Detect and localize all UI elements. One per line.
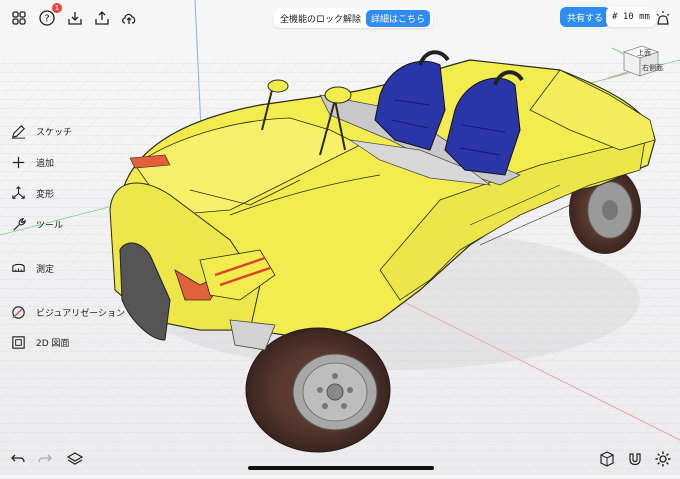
sidebar-item-label: 変形 (36, 189, 55, 200)
3d-viewport[interactable] (0, 0, 680, 475)
share-button[interactable]: 共有する (560, 7, 611, 27)
drawing-icon (8, 332, 28, 352)
light-bulb-icon (656, 11, 670, 25)
settings-menu-button[interactable] (652, 7, 674, 29)
ruler-icon (8, 258, 28, 278)
view-cube-top-label: 上面 (637, 49, 651, 57)
display-mode-button[interactable] (596, 448, 618, 470)
grid-size-button[interactable]: # 10 mm (606, 7, 656, 27)
sidebar-item-label: ツール (36, 220, 64, 231)
home-indicator (248, 466, 434, 470)
app-menu-button[interactable] (8, 7, 30, 29)
snap-button[interactable] (624, 448, 646, 470)
view-cube-icon (607, 45, 660, 79)
visualization-icon (8, 302, 28, 322)
magnet-icon (629, 453, 641, 466)
help-button[interactable]: ? 1 (36, 3, 62, 29)
export-icon (95, 11, 109, 25)
sidebar-item-label: 測定 (36, 264, 55, 275)
plus-icon (8, 152, 28, 172)
export-button[interactable] (91, 7, 113, 29)
sidebar-item-sketch[interactable]: スケッチ (8, 119, 72, 143)
svg-text:?: ? (44, 14, 49, 25)
redo-button[interactable] (34, 448, 56, 470)
front-wheel (245, 327, 391, 453)
view-cube[interactable]: 上面 右側面 (604, 42, 664, 82)
sidebar-item-tools[interactable]: ツール (8, 212, 63, 236)
sidebar-item-label: 2D 図面 (36, 338, 70, 349)
transform-icon (8, 183, 28, 203)
view-cube-right-label: 右側面 (642, 64, 663, 72)
import-icon (68, 12, 82, 25)
sidebar-item-transform[interactable]: 変形 (8, 181, 54, 205)
notification-badge: 1 (52, 3, 62, 13)
grid-menu-icon (12, 11, 26, 25)
undo-icon (11, 454, 25, 463)
cloud-upload-button[interactable] (118, 7, 140, 29)
import-button[interactable] (64, 7, 86, 29)
sidebar-item-label: ビジュアリゼーション (36, 308, 126, 319)
model-canvas[interactable] (0, 0, 680, 475)
details-button[interactable]: 詳細はこちら (366, 9, 431, 27)
cloud-upload-icon (122, 13, 136, 24)
sidebar-item-label: スケッチ (36, 127, 73, 138)
pencil-icon (8, 121, 28, 141)
unlock-banner[interactable]: 全機能のロック解除 詳細はこちら (274, 8, 434, 28)
sidebar-item-2d-drawing[interactable]: 2D 図面 (8, 330, 70, 354)
gear-icon (655, 451, 671, 467)
sidebar-item-visualization[interactable]: ビジュアリゼーション (8, 300, 125, 324)
sidebar-item-measure[interactable]: 測定 (8, 256, 54, 280)
settings-button[interactable] (652, 448, 674, 470)
sidebar-item-label: 追加 (36, 158, 55, 169)
undo-button[interactable] (7, 448, 29, 470)
unlock-label: 全機能のロック解除 (280, 14, 362, 25)
layers-button[interactable] (64, 448, 86, 470)
wrench-icon (8, 214, 28, 234)
cube-icon (600, 451, 614, 467)
layers-icon (66, 452, 84, 465)
redo-icon (38, 454, 52, 463)
sidebar-item-add[interactable]: 追加 (8, 150, 54, 174)
